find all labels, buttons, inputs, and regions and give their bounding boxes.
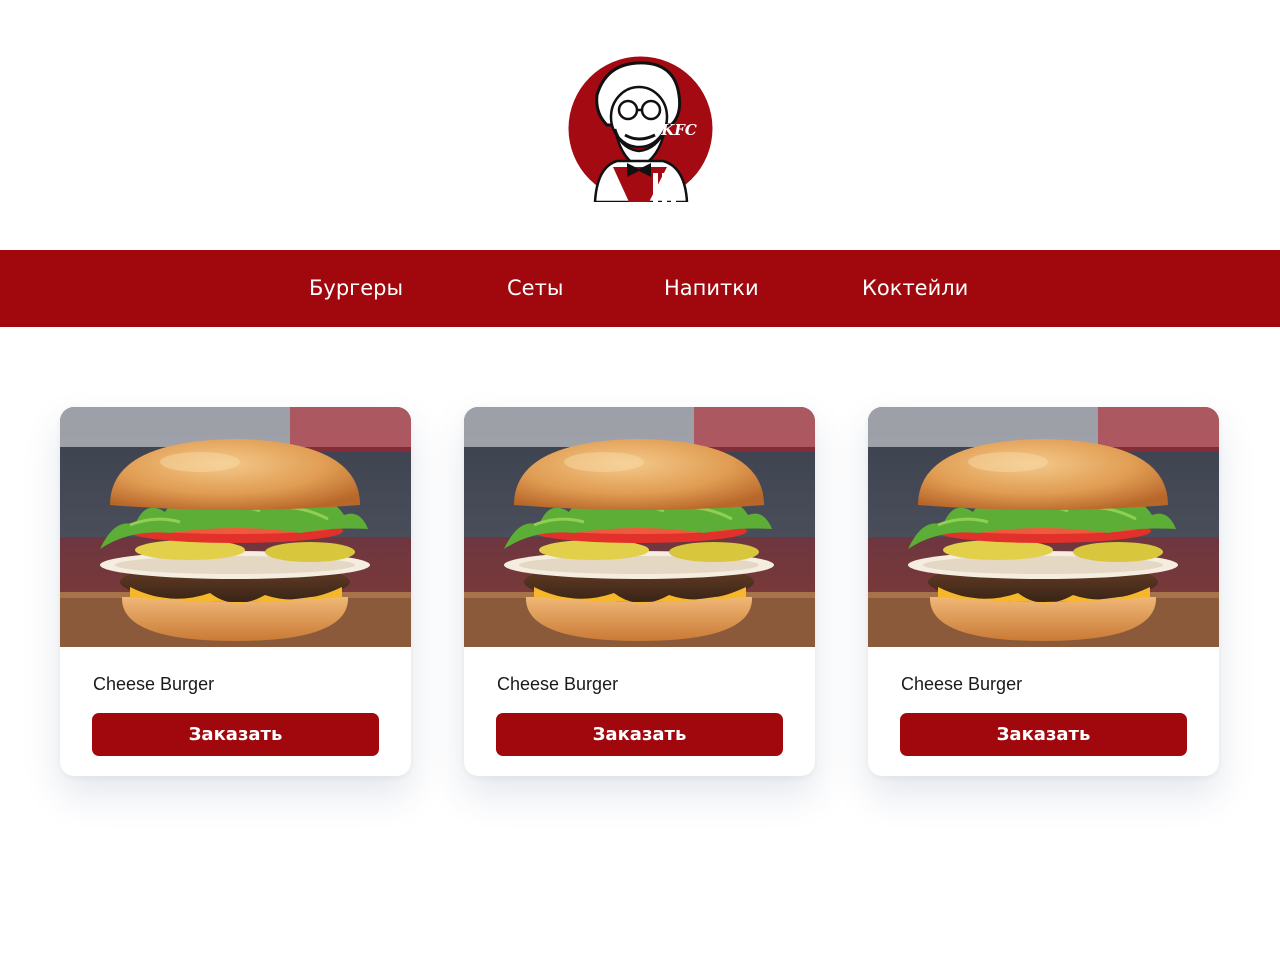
nav-item-sets[interactable]: Сеты bbox=[507, 250, 563, 327]
order-button[interactable]: Заказать bbox=[92, 713, 379, 756]
product-card: Cheese Burger Заказать bbox=[464, 407, 815, 776]
product-title: Cheese Burger bbox=[497, 674, 619, 694]
product-image[interactable] bbox=[60, 407, 411, 647]
product-card: Cheese Burger Заказать bbox=[60, 407, 411, 776]
product-title: Cheese Burger bbox=[901, 674, 1023, 694]
nav-item-cocktails[interactable]: Коктейли bbox=[862, 250, 968, 327]
order-button[interactable]: Заказать bbox=[900, 713, 1187, 756]
kfc-logo[interactable]: KFC bbox=[567, 55, 714, 202]
product-title: Cheese Burger bbox=[93, 674, 215, 694]
kfc-logo-text: KFC bbox=[660, 121, 697, 139]
product-image[interactable] bbox=[868, 407, 1219, 647]
nav-item-drinks[interactable]: Напитки bbox=[664, 250, 759, 327]
order-button[interactable]: Заказать bbox=[496, 713, 783, 756]
category-nav: Бургеры Сеты Напитки Коктейли bbox=[0, 250, 1280, 327]
product-image[interactable] bbox=[464, 407, 815, 647]
product-card: Cheese Burger Заказать bbox=[868, 407, 1219, 776]
nav-item-burgers[interactable]: Бургеры bbox=[309, 250, 403, 327]
